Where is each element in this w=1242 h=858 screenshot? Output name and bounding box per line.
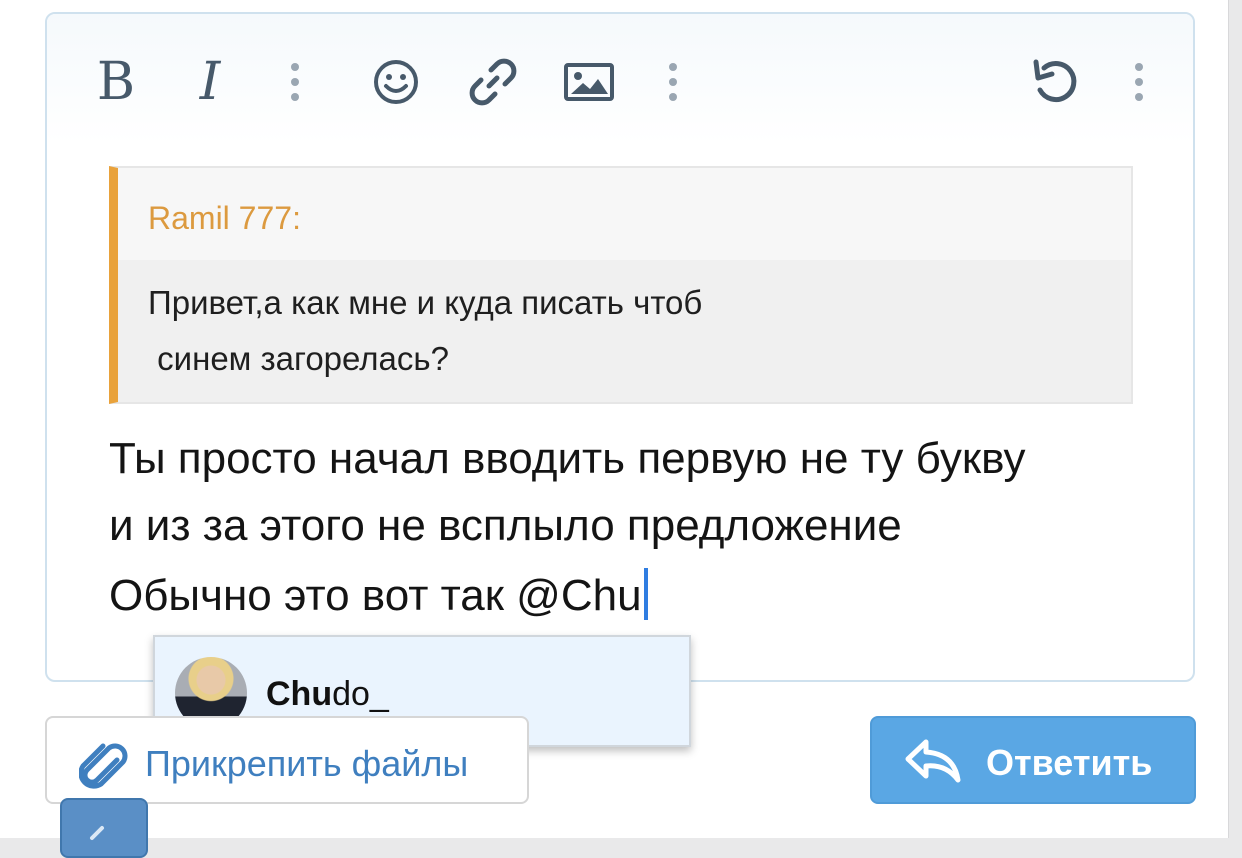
insert-link-button[interactable] <box>467 52 519 112</box>
editor-toolbar: B I <box>47 14 1193 144</box>
mention-rest: do_ <box>332 675 389 713</box>
attach-files-button[interactable]: Прикрепить файлы <box>45 716 529 804</box>
attach-files-label: Прикрепить файлы <box>145 743 469 784</box>
italic-button[interactable]: I <box>185 52 235 112</box>
more-text-options-button[interactable] <box>285 52 305 112</box>
image-icon <box>564 63 614 101</box>
quote-body: Привет,а как мне и куда писать чтоб сине… <box>118 260 1131 402</box>
more-insert-options-button[interactable] <box>663 52 683 112</box>
mention-username: Chudo_ <box>266 675 389 714</box>
text-caret <box>643 568 648 620</box>
page-card: B I Ramil 777: Привет,а как мне и куда п… <box>0 0 1229 858</box>
quote-text-line: Привет,а как мне и куда писать чтоб <box>148 284 703 321</box>
message-text-line[interactable]: Ты просто начал вводить первую не ту бук… <box>109 434 1025 484</box>
paperclip-icon <box>79 743 128 789</box>
emoji-button[interactable] <box>371 52 421 112</box>
quote-header: Ramil 777: <box>118 168 1131 260</box>
quote-text-line: синем загорелась? <box>148 340 449 377</box>
message-text-line-current[interactable]: Обычно это вот так @Chu <box>109 568 648 621</box>
link-icon <box>469 58 517 106</box>
undo-icon <box>1033 59 1077 102</box>
more-toolbar-options-button[interactable] <box>1129 52 1149 112</box>
undo-button[interactable] <box>1029 52 1083 112</box>
insert-image-button[interactable] <box>563 52 615 112</box>
bold-button[interactable]: B <box>91 52 141 112</box>
reply-label: Ответить <box>986 742 1153 783</box>
more-vertical-icon <box>669 63 677 101</box>
more-vertical-icon <box>291 63 299 101</box>
reply-button[interactable]: Ответить <box>870 716 1196 804</box>
check-icon <box>90 826 104 840</box>
quote-author: Ramil 777: <box>148 200 301 236</box>
bottom-action-button[interactable] <box>60 798 148 858</box>
quote-block: Ramil 777: Привет,а как мне и куда писат… <box>109 166 1133 404</box>
message-text-line[interactable]: и из за этого не всплыло предложение <box>109 501 902 551</box>
message-editor[interactable]: B I Ramil 777: Привет,а как мне и куда п… <box>45 12 1195 682</box>
smile-icon <box>374 60 418 104</box>
mention-match: Chu <box>266 675 333 713</box>
more-vertical-icon <box>1135 63 1143 101</box>
message-text: Обычно это вот так @Chu <box>109 571 642 620</box>
reply-icon <box>905 739 961 783</box>
